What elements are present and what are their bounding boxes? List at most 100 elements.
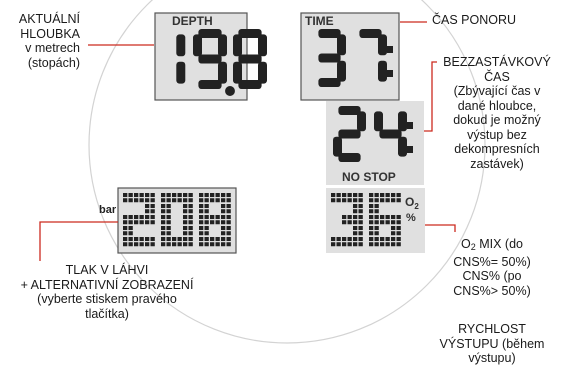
lcd-block [396, 215, 401, 220]
lcd-block [128, 220, 133, 225]
lcd-block [166, 198, 171, 203]
lcd-block [226, 231, 231, 236]
lcd-block [166, 193, 171, 198]
lcd-block [342, 220, 347, 225]
lcd-block [161, 226, 166, 231]
dive-computer-diagram: DEPTH TIME NO STOP bar O2 % AKTUÁLNÍ HLO… [0, 0, 564, 374]
o2-mix-label: O2 MIX (do CNS%= 50%) CNS% (po CNS%> 50%… [420, 237, 564, 298]
o2-mix-label-line: CNS%= 50%) [453, 254, 531, 269]
o2-mix-rest: MIX (do [475, 237, 523, 251]
lcd-block [215, 242, 220, 247]
lcd-block [150, 198, 155, 203]
lcd-block [161, 198, 166, 203]
lcd-block [128, 198, 133, 203]
lcd-block [166, 204, 171, 209]
lcd-block [221, 198, 226, 203]
lcd-segment [338, 129, 361, 139]
lcd-segment [398, 111, 407, 132]
lcd-block [172, 198, 177, 203]
lcd-block [134, 193, 139, 198]
lcd-block [336, 242, 341, 247]
colon-dot [387, 46, 393, 53]
lcd-block [342, 237, 347, 242]
lcd-block [150, 242, 155, 247]
lcd-block [123, 215, 128, 220]
lcd-segment [218, 34, 227, 57]
lcd-block [385, 220, 390, 225]
lcd-block [161, 220, 166, 225]
lcd-block [374, 193, 379, 198]
no-stop-label-line: výstup bez [467, 127, 527, 142]
lcd-block [145, 220, 150, 225]
lcd-block [199, 193, 204, 198]
lcd-block [204, 231, 209, 236]
lcd-block [150, 204, 155, 209]
lcd-block [199, 198, 204, 203]
lcd-block [380, 193, 385, 198]
nostop-title: NO STOP [342, 170, 396, 184]
lcd-block [396, 220, 401, 225]
lcd-block [369, 204, 374, 209]
lcd-block [374, 220, 379, 225]
lcd-block [342, 193, 347, 198]
lcd-block [336, 193, 341, 198]
lcd-block [128, 215, 133, 220]
no-stop-label: BEZZASTÁVKOVÝ ČAS (Zbývající čas v dané … [432, 55, 562, 171]
depth-label-line: (stopách) [27, 55, 80, 70]
lcd-block [347, 237, 352, 242]
lcd-block [134, 220, 139, 225]
lcd-block [226, 209, 231, 214]
lcd-block [347, 215, 352, 220]
lcd-block [374, 209, 379, 214]
lcd-block [150, 237, 155, 242]
lcd-block [128, 231, 133, 236]
lcd-block [204, 226, 209, 231]
pressure-label: TLAK V LÁHVI + ALTERNATIVNÍ ZOBRAZENÍ (v… [14, 263, 200, 321]
lcd-block [369, 209, 374, 214]
lcd-block [210, 237, 215, 242]
lcd-block [221, 209, 226, 214]
lcd-block [188, 220, 193, 225]
lcd-block [128, 226, 133, 231]
lcd-block [204, 209, 209, 214]
lcd-block [380, 237, 385, 242]
lcd-block [166, 226, 171, 231]
o2-mix-label-line: CNS%> 50%) [453, 283, 531, 298]
lcd-block [183, 220, 188, 225]
lcd-block [221, 242, 226, 247]
lcd-block [215, 215, 220, 220]
lcd-block [358, 209, 363, 214]
lcd-block [369, 226, 374, 231]
lcd-block [347, 242, 352, 247]
lcd-block [139, 242, 144, 247]
lcd-segment [374, 111, 383, 132]
lcd-block [396, 226, 401, 231]
lcd-segment [378, 34, 387, 56]
ascent-label-line: VÝSTUPU (během [439, 336, 545, 351]
lcd-segment [233, 34, 242, 57]
o2-panel: O2 % [326, 188, 425, 253]
lcd-block [391, 237, 396, 242]
lcd-block [226, 204, 231, 209]
lcd-segment [233, 61, 242, 84]
lcd-block [396, 237, 401, 242]
lcd-block [150, 215, 155, 220]
lcd-block [139, 220, 144, 225]
o2-mix-label-line: CNS% (po [462, 269, 522, 283]
no-stop-label-line: dekompresních [454, 142, 540, 156]
lcd-block [347, 198, 352, 203]
lcd-block [226, 237, 231, 242]
lcd-decimal-point [225, 86, 235, 96]
depth-title: DEPTH [172, 14, 213, 28]
lcd-block [369, 231, 374, 236]
lcd-block [188, 198, 193, 203]
time-panel: TIME [300, 12, 400, 101]
lcd-block [358, 237, 363, 242]
lcd-block [221, 204, 226, 209]
lcd-block [210, 242, 215, 247]
o2-percent-sign: % [406, 212, 416, 224]
no-stop-label-line: BEZZASTÁVKOVÝ [443, 55, 551, 69]
lcd-block [226, 242, 231, 247]
lcd-block [150, 209, 155, 214]
lcd-block [188, 226, 193, 231]
